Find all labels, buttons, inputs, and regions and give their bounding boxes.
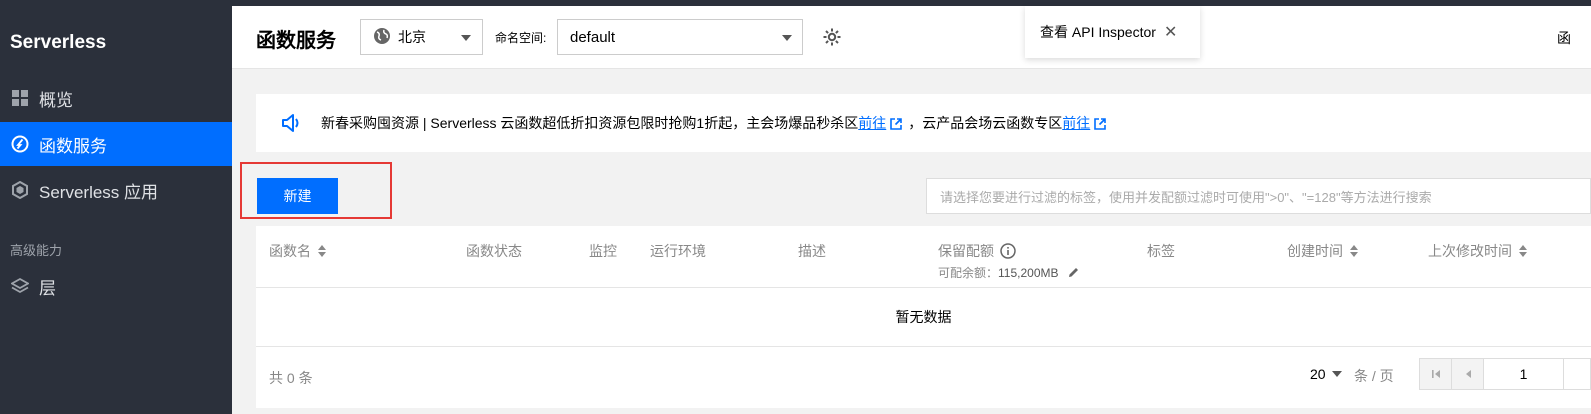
namespace-label: 命名空间: (495, 31, 547, 45)
namespace-value: default (570, 28, 616, 46)
column-label: 函数状态 (466, 243, 522, 259)
pager: 1 (1419, 358, 1591, 390)
sidebar-item-serverless-app[interactable]: Serverless 应用 (0, 168, 232, 212)
first-page-button[interactable] (1420, 359, 1452, 389)
chevron-down-icon (1331, 371, 1342, 377)
page-title: 函数服务 (256, 30, 336, 52)
api-inspector-label[interactable]: 查看 API Inspector (1040, 22, 1156, 42)
sidebar-brand: Serverless (10, 32, 107, 53)
table-header: 函数名 函数状态 监控 运行环境 描述 保留配额 可配余额： 115,200MB (256, 226, 1591, 288)
page-number-input[interactable]: 1 (1484, 359, 1564, 389)
column-header-quota: 保留配额 (938, 241, 1016, 261)
sort-icon[interactable] (1350, 245, 1358, 257)
filter-placeholder: 请选择您要进行过滤的标签，使用并发配额过滤时可使用">0"、"=128"等方法进… (940, 189, 1432, 205)
region-select[interactable]: 北京 (360, 19, 483, 55)
api-inspector-popup[interactable]: 查看 API Inspector ✕ (1025, 6, 1200, 58)
quota-available-label: 可配余额： (938, 266, 999, 280)
sidebar-item-label: 概览 (39, 90, 73, 110)
banner-link-2[interactable]: 前往 (1062, 113, 1090, 133)
close-icon[interactable]: ✕ (1164, 22, 1177, 42)
column-header-monitor: 监控 (589, 241, 617, 261)
column-label: 标签 (1147, 243, 1175, 259)
info-icon[interactable] (1000, 243, 1016, 259)
external-link-icon[interactable] (1094, 117, 1107, 130)
external-link-icon[interactable] (890, 117, 903, 130)
grid-icon (10, 88, 30, 108)
chevron-down-icon (782, 35, 792, 41)
prev-page-button[interactable] (1452, 359, 1484, 389)
sidebar-item-label: Serverless 应用 (39, 182, 159, 202)
column-label: 创建时间 (1287, 243, 1343, 259)
column-header-status: 函数状态 (466, 241, 522, 261)
chevron-down-icon (461, 35, 471, 41)
column-label: 上次修改时间 (1428, 243, 1512, 259)
edit-icon[interactable] (1067, 266, 1080, 279)
column-label: 运行环境 (650, 243, 706, 259)
column-header-desc: 描述 (798, 241, 826, 261)
gear-icon[interactable] (822, 27, 842, 47)
column-header-modified[interactable]: 上次修改时间 (1428, 241, 1527, 261)
column-header-name[interactable]: 函数名 (269, 241, 326, 261)
column-label: 函数名 (269, 243, 311, 259)
promo-banner: 新春采购囤资源 | Serverless 云函数超低折扣资源包限时抢购1折起，主… (256, 94, 1591, 152)
sidebar-item-label: 层 (39, 278, 56, 298)
banner-link-1[interactable]: 前往 (858, 113, 886, 133)
sort-icon[interactable] (318, 245, 326, 257)
banner-text-1: 新春采购囤资源 | Serverless 云函数超低折扣资源包限时抢购1折起，主… (321, 115, 859, 131)
tag-filter-input[interactable]: 请选择您要进行过滤的标签，使用并发配额过滤时可使用">0"、"=128"等方法进… (926, 178, 1591, 214)
sidebar-item-label: 函数服务 (39, 136, 107, 156)
banner-text-2: ，云产品会场云函数专区 (908, 115, 1063, 131)
functions-table: 函数名 函数状态 监控 运行环境 描述 保留配额 可配余额： 115,200MB (256, 226, 1591, 408)
per-page-label: 条 / 页 (1354, 368, 1394, 384)
section-label-advanced: 高级能力 (10, 243, 63, 258)
column-header-created[interactable]: 创建时间 (1287, 241, 1358, 261)
quota-available: 可配余额： 115,200MB (938, 264, 1080, 281)
function-icon (10, 134, 30, 154)
app-icon (10, 180, 30, 200)
column-label: 描述 (798, 243, 826, 259)
column-header-tags: 标签 (1147, 241, 1175, 261)
header-right-text[interactable]: 函 (1557, 28, 1571, 48)
speaker-icon (280, 112, 302, 134)
region-value: 北京 (398, 29, 426, 45)
column-label: 保留配额 (938, 243, 994, 259)
sidebar: Serverless 概览 函数服务 Serverless 应用 高级能力 层 (0, 6, 232, 414)
layers-icon (10, 276, 30, 296)
namespace-select[interactable]: default (557, 19, 803, 55)
quota-available-value: 115,200MB (998, 265, 1059, 280)
page-size-value: 20 (1310, 366, 1326, 382)
sort-icon[interactable] (1519, 245, 1527, 257)
sidebar-item-layers[interactable]: 层 (0, 264, 232, 308)
globe-icon (373, 27, 391, 48)
header: 函数服务 北京 命名空间: default 函 (232, 6, 1591, 69)
new-function-button[interactable]: 新建 (257, 178, 338, 214)
total-count: 共 0 条 (269, 370, 313, 386)
empty-state: 暂无数据 (256, 288, 1591, 347)
page-size-select[interactable]: 20 (1310, 366, 1342, 382)
column-header-runtime: 运行环境 (650, 241, 706, 261)
sidebar-item-functions[interactable]: 函数服务 (0, 122, 232, 166)
sidebar-item-overview[interactable]: 概览 (0, 76, 232, 120)
column-label: 监控 (589, 243, 617, 259)
